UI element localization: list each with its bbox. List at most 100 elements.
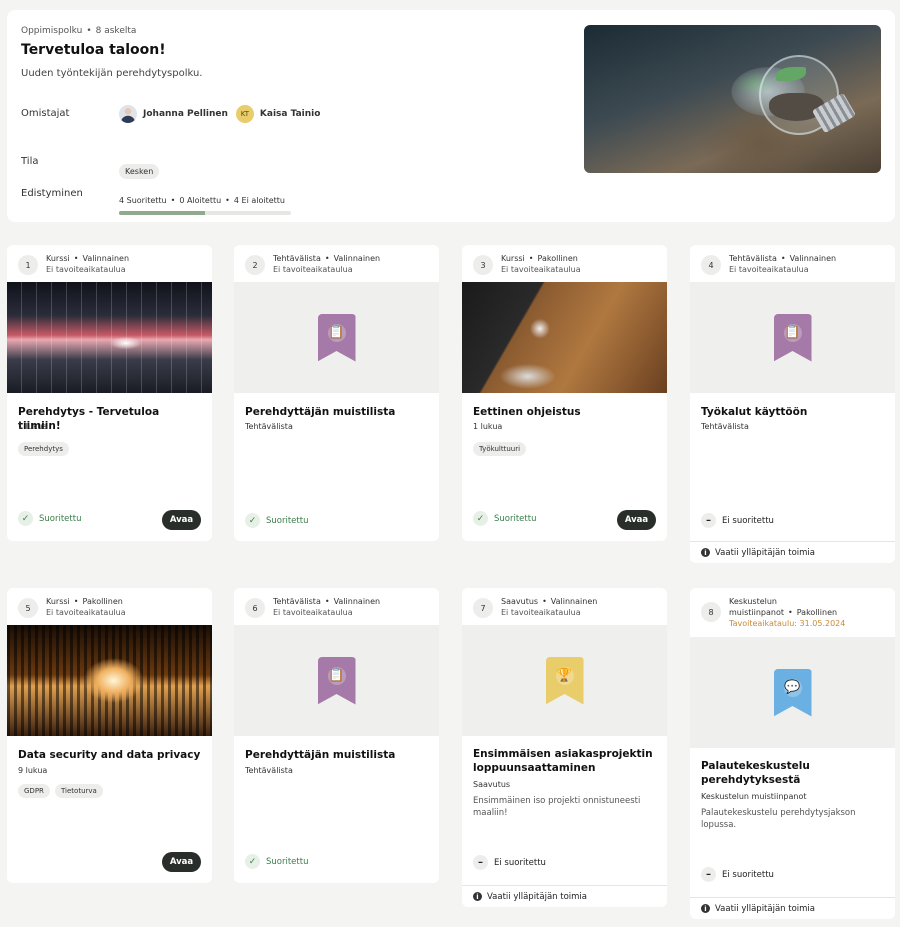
step-placeholder: 📋 — [234, 625, 439, 736]
progress-completed: 4 Suoritettu — [119, 196, 167, 205]
check-icon: ✓ — [245, 513, 260, 528]
minus-icon: – — [701, 867, 716, 882]
step-description: Ensimmäinen iso projekti onnistuneesti ma… — [473, 796, 641, 818]
step-type: Tehtävälista • Valinnainen Ei tavoiteaikata… — [273, 596, 439, 618]
owner-johanna[interactable]: Johanna Pellinen — [119, 105, 228, 123]
checklist-badge: 📋 — [773, 313, 812, 362]
admin-action-note: i Vaatii ylläpitäjän toimia — [690, 897, 895, 919]
step-title[interactable]: Perehdyttäjän muistilista — [245, 405, 430, 419]
chat-bubbles-icon: 💬 — [783, 678, 802, 697]
path-steps: 8 askelta — [95, 26, 137, 36]
tag: GDPR — [18, 784, 50, 798]
step-image — [7, 282, 212, 393]
owners-list: Johanna Pellinen KT Kaisa Tainio — [119, 105, 328, 123]
step-subtitle: Tehtävälista — [245, 422, 293, 431]
status-label: Tila — [21, 156, 39, 167]
step-image — [462, 282, 667, 393]
clipboard-icon: 📋 — [327, 323, 346, 342]
step-type: Tehtävälista • Valinnainen Ei tavoiteaikata… — [729, 253, 895, 275]
step-deadline: Ei tavoiteaikataulua — [46, 608, 126, 617]
step-subtitle: 1 lukua — [473, 422, 503, 431]
progress-bar — [119, 211, 291, 215]
completion-status: ✓ Suoritettu — [245, 854, 308, 869]
page-title: Tervetuloa taloon! — [21, 42, 166, 58]
step-deadline: Ei tavoiteaikataulua — [501, 265, 581, 274]
step-deadline: Ei tavoiteaikataulua — [273, 608, 353, 617]
info-icon: i — [473, 892, 482, 901]
tag: Perehdytys — [18, 442, 69, 456]
check-icon: ✓ — [245, 854, 260, 869]
step-title[interactable]: Perehdyttäjän muistilista — [245, 748, 430, 762]
step-description: Palautekeskustelu perehdytysjakson lopuss… — [701, 808, 856, 830]
step-number: 6 — [245, 598, 265, 618]
step-subtitle: 1 lukua — [18, 422, 48, 431]
step-title[interactable]: Ensimmäisen asiakasprojektin loppuunsaatt… — [473, 747, 658, 775]
step-type: Kurssi • Pakollinen Ei tavoiteaikataulua — [501, 253, 667, 275]
open-button[interactable]: Avaa — [617, 510, 656, 530]
clipboard-icon: 📋 — [327, 666, 346, 685]
step-title[interactable]: Palautekeskustelu perehdytyksestä — [701, 759, 886, 787]
admin-action-note: i Vaatii ylläpitäjän toimia — [462, 885, 667, 907]
step-number: 2 — [245, 255, 265, 275]
progress-started: 0 Aloitettu — [179, 196, 222, 205]
step-placeholder: 📋 — [690, 282, 895, 393]
checklist-badge: 📋 — [317, 313, 356, 362]
completion-status: – Ei suoritettu — [701, 513, 774, 528]
step-deadline: Ei tavoiteaikataulua — [501, 608, 581, 617]
completion-status: ✓ Suoritettu — [18, 511, 81, 526]
step-number: 5 — [18, 598, 38, 618]
step-placeholder: 💬 — [690, 637, 895, 748]
completion-status: ✓ Suoritettu — [473, 511, 536, 526]
completion-status: – Ei suoritettu — [701, 867, 774, 882]
step-subtitle: 9 lukua — [18, 766, 48, 775]
step-number: 3 — [473, 255, 493, 275]
step-subtitle: Keskustelun muistiinpanot — [701, 792, 807, 801]
step-deadline: Ei tavoiteaikataulua — [273, 265, 353, 274]
check-icon: ✓ — [473, 511, 488, 526]
status-badge: Kesken — [119, 164, 160, 179]
check-icon: ✓ — [18, 511, 33, 526]
step-title[interactable]: Data security and data privacy — [18, 748, 203, 762]
completion-status: ✓ Suoritettu — [245, 513, 308, 528]
step-number: 1 — [18, 255, 38, 275]
progress-fill — [119, 211, 205, 215]
step-card-3[interactable]: 3 Kurssi • Pakollinen Ei tavoiteaikataulua … — [462, 245, 667, 541]
clipboard-icon: 📋 — [783, 323, 802, 342]
step-deadline: Ei tavoiteaikataulua — [729, 265, 809, 274]
step-number: 4 — [701, 255, 721, 275]
path-meta: Oppimispolku • 8 askelta — [21, 26, 137, 36]
tag: Tietoturva — [55, 784, 103, 798]
step-card-1[interactable]: 1 Kurssi • Valinnainen Ei tavoiteaikataulua… — [7, 245, 212, 541]
step-placeholder: 📋 — [234, 282, 439, 393]
hero-image — [584, 25, 881, 173]
owner-kaisa[interactable]: KT Kaisa Tainio — [235, 105, 321, 123]
step-card-6[interactable]: 6 Tehtävälista • Valinnainen Ei tavoiteaika… — [234, 588, 439, 883]
step-card-2[interactable]: 2 Tehtävälista • Valinnainen Ei tavoiteaika… — [234, 245, 439, 541]
step-number: 7 — [473, 598, 493, 618]
path-type: Oppimispolku — [21, 26, 83, 36]
achievement-badge: 🏆 — [545, 656, 584, 705]
step-subtitle: Saavutus — [473, 780, 511, 789]
open-button[interactable]: Avaa — [162, 852, 201, 872]
step-placeholder: 🏆 — [462, 625, 667, 736]
progress-label: Edistyminen — [21, 188, 83, 199]
learning-path-header: Oppimispolku • 8 askelta Tervetuloa taloon… — [7, 10, 895, 222]
step-card-5[interactable]: 5 Kurssi • Pakollinen Ei tavoiteaikataulua … — [7, 588, 212, 883]
open-button[interactable]: Avaa — [162, 510, 201, 530]
step-subtitle: Tehtävälista — [701, 422, 749, 431]
discussion-badge: 💬 — [773, 668, 812, 717]
step-card-4[interactable]: 4 Tehtävälista • Valinnainen Ei tavoiteaika… — [690, 245, 895, 563]
step-title[interactable]: Eettinen ohjeistus — [473, 405, 658, 419]
step-image — [7, 625, 212, 736]
trophy-icon: 🏆 — [555, 666, 574, 685]
owner-name: Kaisa Tainio — [259, 109, 321, 119]
avatar — [119, 105, 137, 123]
step-card-8[interactable]: 8 Keskustelun muistiinpanot • Pakollinen Tav… — [690, 588, 895, 919]
page-description: Uuden työntekijän perehdytyspolku. — [21, 68, 203, 79]
step-title[interactable]: Työkalut käyttöön — [701, 405, 886, 419]
step-card-7[interactable]: 7 Saavutus • Valinnainen Ei tavoiteaikataul… — [462, 588, 667, 907]
step-subtitle: Tehtävälista — [245, 766, 293, 775]
completion-status: – Ei suoritettu — [473, 855, 546, 870]
minus-icon: – — [701, 513, 716, 528]
minus-icon: – — [473, 855, 488, 870]
